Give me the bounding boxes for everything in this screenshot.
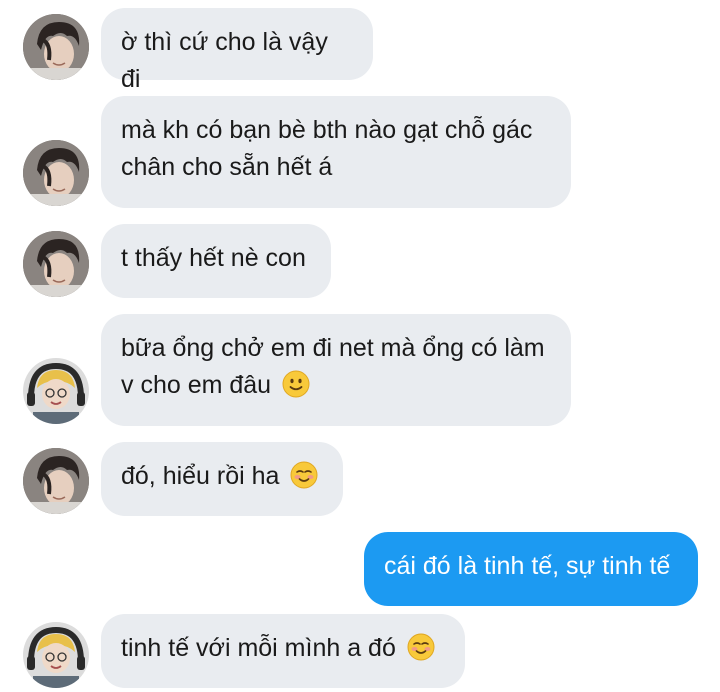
message-bubble-outgoing[interactable]: cái đó là tinh tế, sự tinh tế [364,532,698,606]
sender-avatar[interactable] [23,448,89,514]
message-text: t thấy hết nè con [121,244,306,272]
message-text: cái đó là tinh tế, sự tinh tế [384,552,671,580]
message-text: bữa ổng chở em đi net mà ổng có làm v ch… [121,334,545,399]
message-bubble-incoming[interactable]: ờ thì cứ cho là vậy đi [101,8,373,93]
sender-avatar[interactable] [23,358,89,424]
sender-avatar[interactable] [23,14,89,80]
message-text: tinh tế với mỗi mình a đó [121,634,396,662]
smiling-face-icon [290,461,318,489]
message-text: mà kh có bạn bè bth nào gạt chỗ gác chân… [121,116,533,181]
sender-avatar[interactable] [23,622,89,688]
sender-avatar[interactable] [23,140,89,206]
message-bubble-incoming[interactable]: bữa ổng chở em đi net mà ổng có làm v ch… [101,314,571,426]
sender-avatar[interactable] [23,231,89,297]
message-text: ờ thì cứ cho là vậy đi [121,28,328,93]
slightly-smiling-face-icon [282,370,310,398]
message-bubble-incoming[interactable]: đó, hiểu rồi ha [101,442,343,516]
message-bubble-incoming[interactable]: mà kh có bạn bè bth nào gạt chỗ gác chân… [101,96,571,208]
message-bubble-incoming[interactable]: t thấy hết nè con [101,224,331,298]
message-bubble-incoming[interactable]: tinh tế với mỗi mình a đó [101,614,465,688]
smiling-face-icon [407,633,435,661]
message-text: đó, hiểu rồi ha [121,462,280,490]
